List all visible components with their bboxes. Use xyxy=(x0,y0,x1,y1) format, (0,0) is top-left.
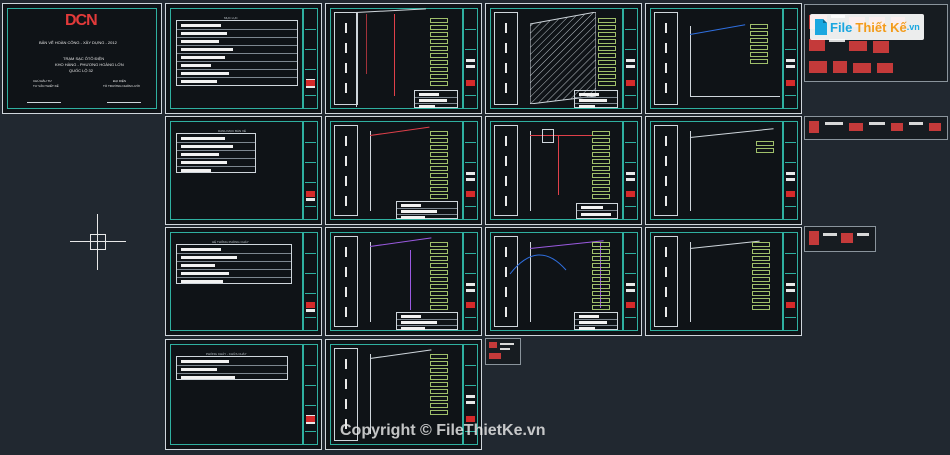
cover-right-label-2: TỔ TRƯỞNG NHÓM LƯỚI xyxy=(103,84,141,88)
red-wire xyxy=(394,14,395,96)
sheet-list-3[interactable]: HỆ THỐNG PHÒNG CHÁY xyxy=(165,227,322,336)
cover-project-2: KHO HÀNG - PHƯƠNG HOÀNG LỚN xyxy=(55,62,124,67)
cover-title: BẢN VẼ HOÀN CÔNG - XÂY DỰNG - 2012 xyxy=(39,40,117,45)
title-block xyxy=(623,232,638,331)
road xyxy=(494,12,518,105)
cover-left-label-1: CHỦ ĐẦU TƯ xyxy=(33,79,52,83)
sheet-plan-c2[interactable] xyxy=(485,227,642,336)
cover-project-3: QUỐC LỘ 32 xyxy=(69,68,94,73)
blue-arc-wire xyxy=(509,254,567,275)
title-block xyxy=(463,121,478,220)
legend-table xyxy=(574,312,618,330)
road xyxy=(654,236,678,327)
filethietke-logo-icon xyxy=(815,19,827,35)
red-wire xyxy=(366,14,367,74)
site-boundary xyxy=(370,242,371,322)
sheet-plan-b3[interactable] xyxy=(645,116,802,225)
sheet-list-2[interactable]: DANH MỤC BẢN VẼ xyxy=(165,116,322,225)
signature-line-right xyxy=(107,102,141,103)
site-boundary xyxy=(690,26,691,96)
sheet-list-4[interactable]: PHÒNG CHÁY - CHỮA CHÁY xyxy=(165,339,322,450)
legend-table xyxy=(576,203,618,219)
site-boundary xyxy=(356,12,357,107)
drawing-list-table xyxy=(176,356,288,380)
cover-sheet[interactable]: DCN BẢN VẼ HOÀN CÔNG - XÂY DỰNG - 2012 T… xyxy=(2,3,162,114)
cover-right-label-1: ĐẠI DIỆN xyxy=(113,79,127,83)
drawing-list-table xyxy=(176,20,298,86)
brand-name-vn: .vn xyxy=(906,22,920,32)
site-boundary xyxy=(690,131,691,211)
title-block xyxy=(623,8,638,109)
purple-wire xyxy=(410,250,411,310)
legend-table xyxy=(396,312,458,330)
road xyxy=(334,12,358,105)
road xyxy=(654,125,678,216)
site-boundary xyxy=(530,131,531,211)
red-wire xyxy=(558,135,559,195)
sheet-plan-c3[interactable] xyxy=(645,227,802,336)
thumbnail-strip[interactable] xyxy=(804,226,876,252)
cover-project-1: TRẠM SẠC ÔTÔ ĐIỆN xyxy=(63,56,105,61)
title-block xyxy=(463,8,478,109)
legend-table xyxy=(396,201,458,219)
signature-line-left xyxy=(27,102,61,103)
legend-table xyxy=(414,90,458,108)
thumbnail-sheet[interactable] xyxy=(485,338,521,365)
title-block xyxy=(783,8,798,109)
title-block xyxy=(623,121,638,220)
site-boundary xyxy=(370,131,371,211)
drawing-list-table xyxy=(176,133,256,173)
title-block xyxy=(303,121,318,220)
site-boundary xyxy=(690,242,691,322)
copyright-watermark: Copyright © FileThietKe.vn xyxy=(340,422,546,439)
road xyxy=(654,12,678,105)
brand-name-file: File xyxy=(830,19,853,35)
crosshair-icon xyxy=(70,214,126,270)
sheet-plan-c1[interactable] xyxy=(325,227,482,336)
title-block xyxy=(303,344,318,445)
title-block xyxy=(783,232,798,331)
equipment-node xyxy=(542,129,554,143)
sheet-list-1[interactable]: MỤC LỤC xyxy=(165,3,322,114)
brand-logo[interactable]: File Thiết Kế .vn xyxy=(810,14,924,40)
thumbnail-strip[interactable] xyxy=(804,116,948,140)
road xyxy=(334,236,358,327)
title-block xyxy=(303,232,318,331)
sheet-plan-a2[interactable] xyxy=(485,3,642,114)
drawing-list-table xyxy=(176,244,292,284)
title-block xyxy=(783,121,798,220)
sheet-plan-b2[interactable] xyxy=(485,116,642,225)
title-block xyxy=(303,8,318,109)
road xyxy=(494,125,518,216)
cover-left-label-2: TƯ VẤN THIẾT KẾ xyxy=(33,84,59,88)
title-block xyxy=(463,232,478,331)
sheet-plan-b1[interactable] xyxy=(325,116,482,225)
road xyxy=(334,125,358,216)
sheet-plan-a1[interactable] xyxy=(325,3,482,114)
dcn-logo: DCN xyxy=(65,12,98,29)
red-wire xyxy=(530,135,600,136)
legend-table xyxy=(574,90,618,108)
site-boundary xyxy=(690,96,780,97)
brand-name-thiet: Thiết Kế xyxy=(855,19,907,35)
sheet-plan-a3[interactable] xyxy=(645,3,802,114)
